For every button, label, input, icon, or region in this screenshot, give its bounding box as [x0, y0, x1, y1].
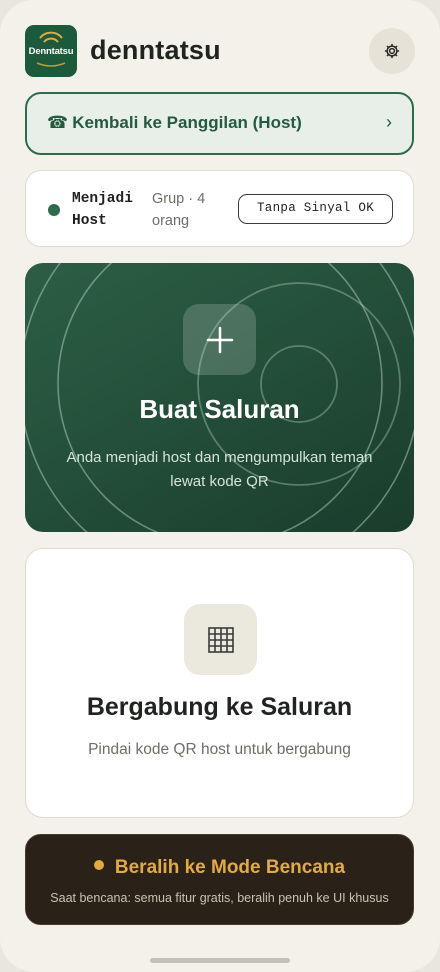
plus-button-box [183, 304, 256, 375]
join-channel-card[interactable]: Bergabung ke Saluran Pindai kode QR host… [25, 548, 414, 818]
return-to-call-label: Kembali ke Panggilan (Host) [72, 113, 302, 132]
disaster-mode-button[interactable]: Beralih ke Mode Bencana Saat bencana: se… [25, 834, 414, 925]
qr-icon-box [184, 604, 257, 675]
home-indicator[interactable] [150, 958, 290, 963]
status-dot [48, 204, 60, 216]
gear-icon [384, 43, 400, 59]
create-channel-card[interactable]: Buat Saluran Anda menjadi host dan mengu… [25, 263, 414, 532]
qr-grid-icon [207, 626, 234, 653]
settings-button[interactable] [369, 28, 415, 74]
disaster-mode-description: Saat bencana: semua fitur gratis, berali… [50, 891, 389, 905]
app-header: Denntatsu denntatsu [25, 25, 415, 77]
create-channel-description: Anda menjadi host dan mengumpulkan teman… [66, 449, 373, 490]
signal-badge: Tanpa Sinyal OK [238, 194, 393, 224]
app-title: denntatsu [90, 35, 221, 65]
logo-text: Denntatsu [28, 46, 74, 57]
chevron-right-icon: › [386, 112, 392, 132]
status-card: Menjadi Host Grup · 4 orang Tanpa Sinyal… [25, 170, 414, 247]
disaster-mode-title-wrap: Beralih ke Mode Bencana [26, 857, 413, 879]
alert-dot-icon [93, 860, 104, 870]
app-screen: Denntatsu denntatsu ☎ Kembali ke Panggila… [0, 0, 440, 972]
return-to-call-label-wrap: ☎ Kembali ke Panggilan (Host) [47, 113, 302, 133]
status-group: Grup · 4 orang [152, 191, 206, 229]
disaster-mode-title: Beralih ke Mode Bencana [114, 857, 346, 878]
join-channel-title: Bergabung ke Saluran [86, 693, 353, 721]
phone-icon: ☎ [47, 113, 69, 132]
plus-icon [206, 326, 233, 353]
create-channel-title: Buat Saluran [139, 394, 300, 424]
status-role: Menjadi Host [72, 191, 133, 229]
app-logo: Denntatsu [25, 25, 77, 77]
join-channel-description: Pindai kode QR host untuk bergabung [88, 741, 351, 758]
return-to-call-button[interactable]: ☎ Kembali ke Panggilan (Host) › [25, 92, 414, 155]
